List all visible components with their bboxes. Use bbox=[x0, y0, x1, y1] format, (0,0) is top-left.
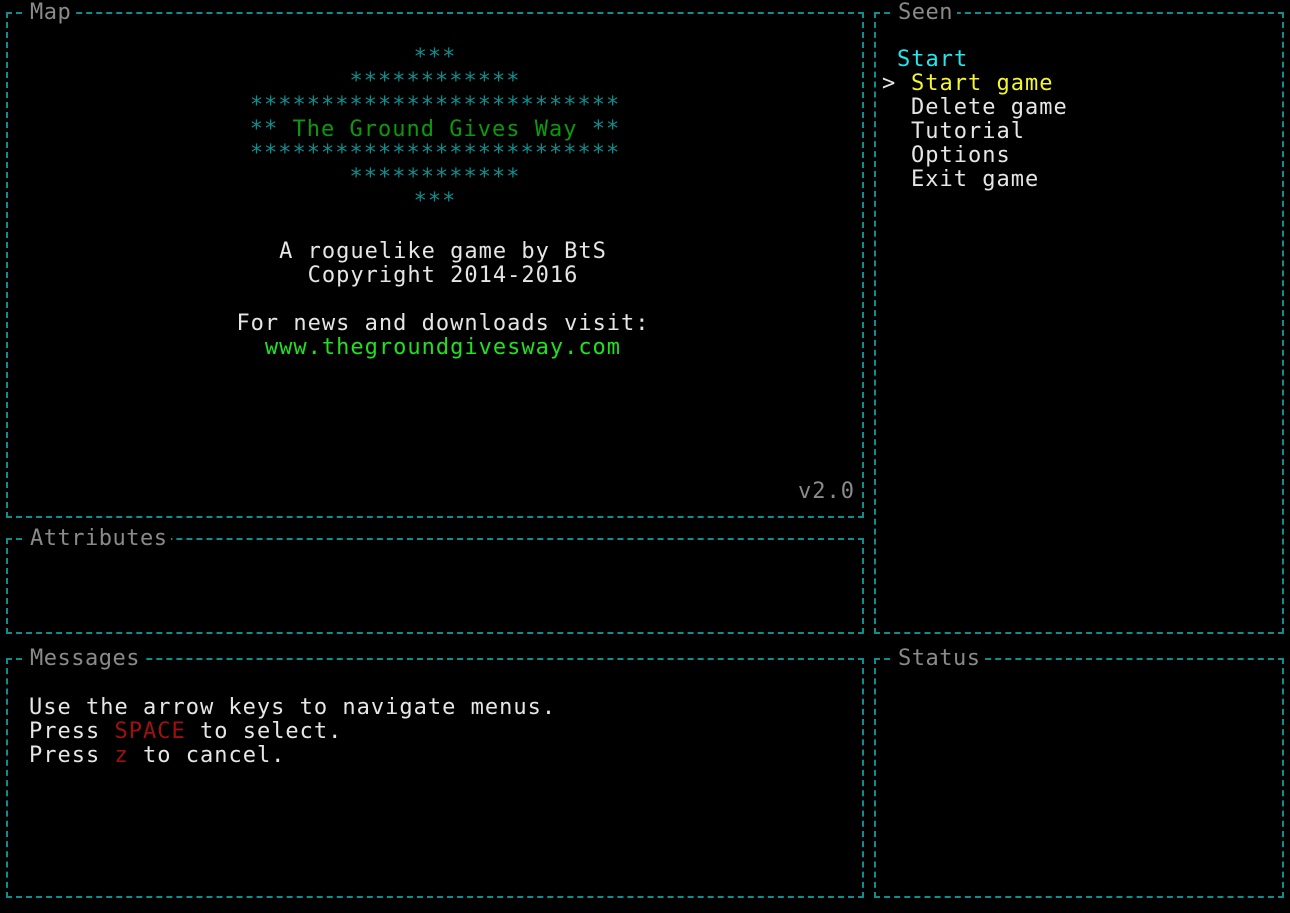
message-press-2: Press bbox=[29, 743, 115, 768]
menu-item-delete-game[interactable]: Delete game bbox=[911, 96, 1068, 120]
credits: A roguelike game by BtS Copyright 2014-2… bbox=[0, 240, 886, 288]
version-label: v2.0 bbox=[798, 479, 855, 504]
key-z: z bbox=[114, 743, 129, 768]
messages-panel: Messages bbox=[6, 647, 864, 898]
menu-heading: Start bbox=[897, 47, 969, 72]
menu-item-exit-game[interactable]: Exit game bbox=[911, 168, 1039, 192]
message-to-cancel: to cancel. bbox=[128, 743, 286, 768]
banner-stars-2: ************ bbox=[349, 69, 521, 94]
banner-stars-4: ************************** bbox=[249, 141, 621, 166]
attributes-panel-title: Attributes bbox=[26, 527, 172, 551]
banner-title-suffix: ** bbox=[577, 117, 621, 142]
news-text: For news and downloads visit: bbox=[236, 311, 650, 336]
menu-cursor: > bbox=[882, 71, 897, 96]
game-title: The Ground Gives Way bbox=[292, 117, 578, 142]
status-panel-title: Status bbox=[894, 647, 985, 671]
message-to-select: to select. bbox=[185, 719, 343, 744]
banner-stars-6: *** bbox=[413, 189, 457, 214]
menu-item-start-game[interactable]: Start game bbox=[911, 72, 1053, 96]
seen-panel-title: Seen bbox=[894, 1, 957, 25]
credits-copyright: Copyright 2014-2016 bbox=[307, 263, 579, 288]
messages-panel-title: Messages bbox=[26, 647, 144, 671]
status-panel: Status bbox=[874, 647, 1284, 898]
website-link[interactable]: www.thegroundgivesway.com bbox=[0, 336, 886, 360]
message-line-cancel: Press z to cancel. bbox=[29, 744, 285, 768]
banner-title-row: ** The Ground Gives Way ** bbox=[0, 118, 870, 142]
attributes-panel: Attributes bbox=[6, 527, 864, 634]
banner-stars-5: ************ bbox=[349, 165, 521, 190]
message-line-select: Press SPACE to select. bbox=[29, 720, 342, 744]
banner-stars-1: *** bbox=[413, 45, 457, 70]
menu-item-tutorial[interactable]: Tutorial bbox=[911, 120, 1025, 144]
menu-item-options[interactable]: Options bbox=[911, 144, 1011, 168]
message-press-1: Press bbox=[29, 719, 115, 744]
credits-author: A roguelike game by BtS bbox=[279, 239, 607, 264]
banner-stars-3: ************************** bbox=[249, 93, 621, 118]
key-space: SPACE bbox=[114, 719, 186, 744]
map-panel-title: Map bbox=[26, 1, 76, 25]
title-banner: *** ************ ***********************… bbox=[0, 46, 870, 214]
message-line-navigate: Use the arrow keys to navigate menus. bbox=[29, 695, 557, 720]
banner-title-prefix: ** bbox=[249, 117, 293, 142]
news-block: For news and downloads visit: www.thegro… bbox=[0, 312, 886, 360]
